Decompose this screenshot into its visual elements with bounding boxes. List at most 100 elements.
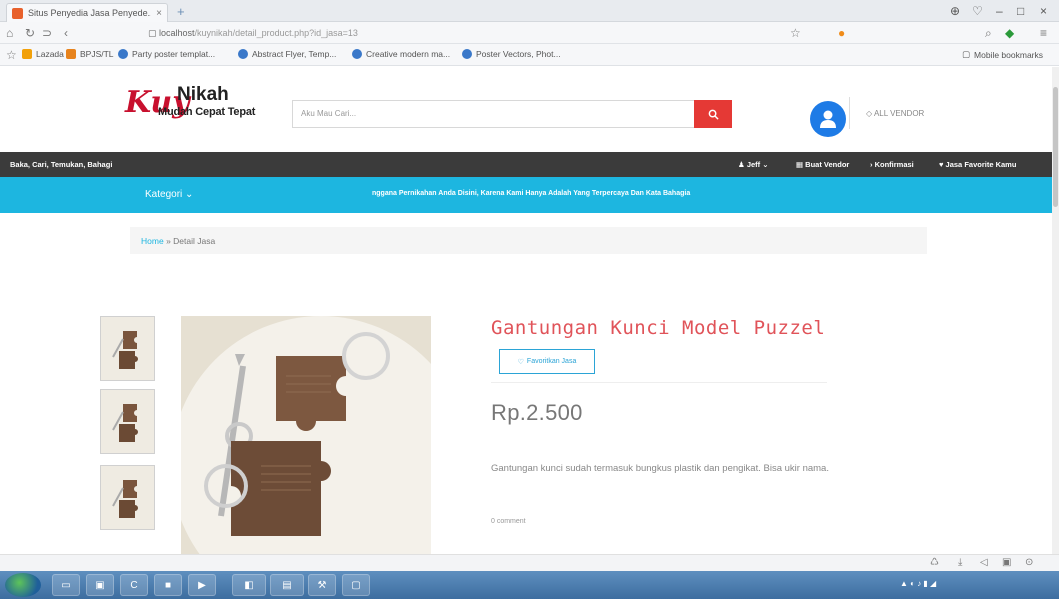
konfirmasi-link[interactable]: › Konfirmasi [870, 160, 914, 169]
konfirmasi-label: Konfirmasi [874, 160, 914, 169]
new-tab-button[interactable]: + [177, 4, 185, 19]
all-vendor-link[interactable]: ◇ ALL VENDOR [866, 109, 924, 118]
website: Kuy Nikah Mudah Cepat Tepat Aku Mau Cari… [0, 67, 1052, 554]
extension-puzzle-icon[interactable]: ◆ [1005, 26, 1014, 40]
bookmark-label: Creative modern ma... [366, 49, 451, 59]
browser-tab-bar: Situs Penyedia Jasa Penyede... × + ⊕ ♡ –… [0, 0, 1059, 22]
folder-icon: ▢ [962, 49, 971, 59]
search-icon [708, 109, 719, 120]
reload-icon[interactable]: ↻ [25, 26, 35, 40]
product-thumbnail-3[interactable] [100, 465, 155, 530]
comment-count: 0 comment [491, 518, 526, 525]
user-menu-label: Jeff [746, 160, 761, 169]
bookmark-label: Abstract Flyer, Temp... [252, 49, 337, 59]
taskbar-app-app[interactable]: ■ [154, 574, 182, 596]
start-button[interactable] [5, 573, 41, 597]
download-icon[interactable]: ⤓ [958, 557, 962, 568]
favorite-label: Jasa Favorite Kamu [945, 160, 1017, 169]
heart-outline-icon: ♡ [517, 358, 524, 366]
home-icon[interactable]: ⌂ [6, 26, 13, 40]
logo-word: Nikah [177, 84, 229, 105]
site-logo[interactable]: Kuy Nikah Mudah Cepat Tepat [125, 81, 285, 131]
zoom-icon[interactable]: ⊙ [1025, 557, 1033, 568]
product-price: Rp.2.500 [491, 400, 583, 425]
taskbar-app-browser[interactable]: ◧ [232, 574, 266, 596]
product-description: Gantungan kunci sudah termasuk bungkus p… [491, 463, 829, 474]
menu-icon[interactable]: ≡ [1040, 26, 1047, 40]
announcement-marquee: nggana Pernikahan Anda Disini, Karena Ka… [372, 190, 691, 197]
search-button[interactable] [694, 100, 732, 128]
chevron-down-icon: ⌄ [185, 189, 194, 200]
tag-icon: ◇ [866, 109, 874, 118]
star-icon: ☆ [6, 48, 17, 62]
globe-icon [238, 49, 248, 59]
bookmark-label: Party poster templat... [132, 49, 216, 59]
search-input[interactable]: Aku Mau Cari... [292, 100, 694, 128]
keychain-thumbnail-image [101, 390, 154, 453]
address-bar[interactable]: ▢ localhost/kuynikah/detail_product.php?… [148, 25, 768, 41]
feedback-icon[interactable]: ♺ [930, 557, 939, 568]
buat-vendor-link[interactable]: ▦ Buat Vendor [796, 160, 849, 169]
divider [491, 382, 827, 383]
bookmark-poster-vectors[interactable]: Poster Vectors, Phot... [462, 49, 561, 59]
maximize-button[interactable]: □ [1017, 4, 1024, 18]
taskbar-app-window[interactable]: ▢ [342, 574, 370, 596]
lazada-icon [22, 49, 32, 59]
favorite-button-label: Favoritkan Jasa [526, 358, 577, 365]
taskbar-app-office[interactable]: ▣ [86, 574, 114, 596]
minimize-button[interactable]: – [996, 4, 1003, 18]
store-icon: ▦ [796, 160, 806, 169]
bookmarks-bar: ☆ Lazada BPJS/TL Party poster templat...… [0, 44, 1059, 66]
extension-icon[interactable]: ⊕ [950, 4, 960, 18]
breadcrumb-separator: » [166, 236, 171, 246]
scrollbar-thumb[interactable] [1053, 87, 1058, 207]
keychain-thumbnail-image [101, 466, 154, 529]
system-tray[interactable]: ▲ ◐ ♪ ▮ ◢ [900, 579, 936, 588]
user-avatar-button[interactable] [810, 101, 846, 137]
kategori-dropdown[interactable]: Kategori ⌄ [145, 189, 193, 200]
sound-icon[interactable]: ◁ [980, 557, 988, 568]
header-divider [849, 97, 850, 129]
product-thumbnail-1[interactable] [100, 316, 155, 381]
keychain-thumbnail-image [101, 317, 154, 380]
bookmark-party-poster[interactable]: Party poster templat... [118, 49, 215, 59]
bookmark-label: Lazada [36, 49, 64, 59]
taskbar-app-tool[interactable]: ⚒ [308, 574, 336, 596]
shield-icon[interactable]: ♡ [972, 4, 983, 18]
windows-taskbar: ▭ ▣ C ■ ▶ ◧ ▤ ⚒ ▢ ▲ ◐ ♪ ▮ ◢ [0, 571, 1059, 599]
bookmark-lazada[interactable]: Lazada [22, 49, 64, 59]
all-vendor-label: ALL VENDOR [873, 109, 925, 118]
taskbar-app-player[interactable]: ▶ [188, 574, 216, 596]
favorite-link[interactable]: ♥ Jasa Favorite Kamu [939, 160, 1016, 169]
bookmark-star-icon[interactable]: ☆ [790, 26, 801, 40]
globe-icon [118, 49, 128, 59]
page-scrollbar[interactable] [1052, 67, 1059, 554]
page-icon: ▢ [148, 28, 160, 38]
bookmark-bpjs[interactable]: BPJS/TL [66, 49, 114, 59]
browser-tab[interactable]: Situs Penyedia Jasa Penyede... × [6, 3, 168, 22]
browser-status-bar: ♺ ⤓ ◁ ▣ ⊙ [0, 554, 1059, 571]
close-window-button[interactable]: × [1040, 4, 1047, 18]
breadcrumb-home[interactable]: Home [141, 236, 164, 246]
product-title: Gantungan Kunci Model Puzzel [491, 317, 826, 339]
taskbar-app-explorer[interactable]: ▭ [52, 574, 80, 596]
mobile-bookmarks[interactable]: ▢ Mobile bookmarks [962, 49, 1043, 60]
menu-toggle-icon[interactable]: ⊃ [42, 26, 52, 40]
taskbar-app-notes[interactable]: ▤ [270, 574, 304, 596]
taskbar-app-c[interactable]: C [120, 574, 148, 596]
url-host: localhost [159, 28, 195, 38]
bookmark-abstract-flyer[interactable]: Abstract Flyer, Temp... [238, 49, 336, 59]
search-icon[interactable]: ⌕ [985, 26, 992, 41]
tab-close-button[interactable]: × [156, 8, 162, 19]
favorite-button[interactable]: ♡ Favoritkan Jasa [499, 349, 595, 374]
breadcrumb: Home » Detail Jasa [130, 227, 927, 254]
bookmark-creative-modern[interactable]: Creative modern ma... [352, 49, 450, 59]
user-icon [820, 110, 836, 128]
bookmark-label: BPJS/TL [80, 49, 114, 59]
screenshot-icon[interactable]: ▣ [1002, 557, 1011, 568]
user-menu[interactable]: ♟ Jeff ⌄ [738, 160, 769, 169]
product-thumbnail-2[interactable] [100, 389, 155, 454]
tab-title: Situs Penyedia Jasa Penyede... [28, 8, 152, 18]
back-icon[interactable]: ‹ [64, 26, 68, 40]
profile-icon[interactable]: ● [838, 26, 845, 40]
